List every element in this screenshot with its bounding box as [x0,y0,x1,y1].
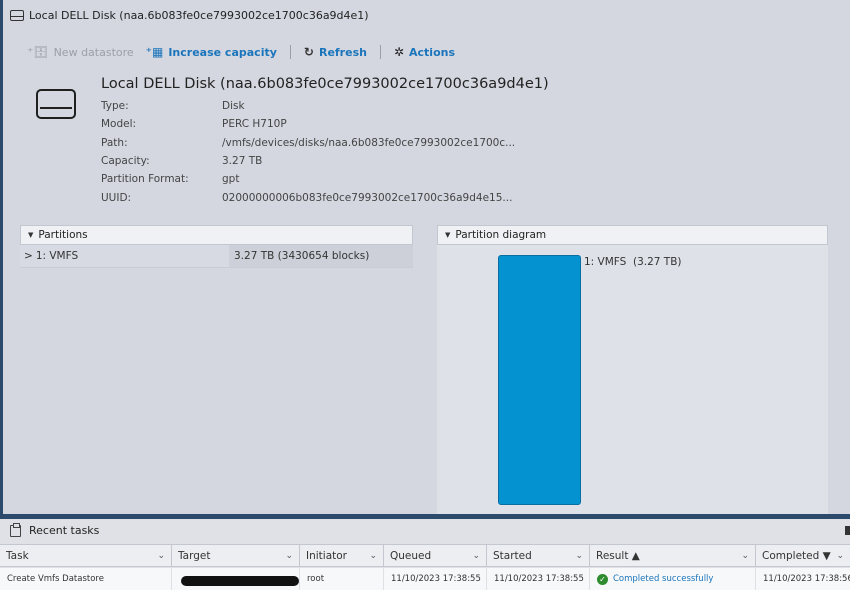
new-datastore-button[interactable]: ⁺🗄 New datastore [23,45,138,59]
collapse-caret-icon: ▼ [445,231,451,239]
table-row[interactable]: Create Vmfs Datastore root 11/10/2023 17… [0,568,850,590]
chevron-down-icon[interactable]: ⌄ [575,551,583,561]
disk-details-window: Local DELL Disk (naa.6b083fe0ce7993002ce… [3,0,850,514]
toolbar: ⁺🗄 New datastore ⁺▦ Increase capacity ↻ … [23,40,459,64]
toolbar-divider [289,45,291,59]
success-check-icon: ✓ [597,573,608,585]
partition-row[interactable]: >1: VMFS 3.27 TB (3430654 blocks) [20,245,413,268]
chevron-down-icon[interactable]: ⌄ [157,551,165,561]
target-cell [172,568,300,590]
partition-diagram-panel: ▼ Partition diagram 1: VMFS (3.27 TB) [437,225,828,514]
column-header-target[interactable]: Target ⌄ [172,545,300,566]
recent-tasks-header: Recent tasks [0,519,850,542]
column-header-completed[interactable]: Completed ▼ ⌄ [756,545,850,566]
disk-title: Local DELL Disk (naa.6b083fe0ce7993002ce… [101,76,549,92]
column-header-started[interactable]: Started ⌄ [487,545,590,566]
started-cell: 11/10/2023 17:38:55 [487,568,590,590]
redacted-target [181,575,299,586]
column-header-initiator[interactable]: Initiator ⌄ [300,545,384,566]
recent-tasks-panel: Recent tasks Task ⌄ Target ⌄ Initiator ⌄ Qu… [0,519,850,590]
column-header-result[interactable]: Result ▲ ⌄ [590,545,756,566]
property-row: Capacity: 3.27 TB [101,155,263,168]
panel-toggle-icon[interactable] [845,526,850,535]
property-row: Model: PERC H710P [101,118,287,131]
chevron-down-icon[interactable]: ⌄ [369,551,377,561]
gear-icon: ✲ [393,45,405,59]
refresh-icon: ↻ [303,45,314,59]
queued-cell: 11/10/2023 17:38:55 [384,568,487,590]
actions-button[interactable]: ✲ Actions [390,45,459,59]
initiator-cell: root [300,568,384,590]
partition-diagram-header[interactable]: ▼ Partition diagram [437,225,828,245]
chevron-down-icon[interactable]: ⌄ [472,551,480,561]
chevron-down-icon[interactable]: ⌄ [741,551,749,561]
window-title-bar: Local DELL Disk (naa.6b083fe0ce7993002ce… [3,0,850,30]
refresh-button[interactable]: ↻ Refresh [300,45,371,59]
tasks-table-header: Task ⌄ Target ⌄ Initiator ⌄ Queued ⌄ Started… [0,544,850,567]
result-link[interactable]: Completed successfully [613,574,713,584]
increase-capacity-button[interactable]: ⁺▦ Increase capacity [142,45,281,59]
property-row: Partition Format: gpt [101,173,240,186]
increase-capacity-icon: ⁺▦ [145,45,164,59]
window-title: Local DELL Disk (naa.6b083fe0ce7993002ce… [29,8,369,22]
chevron-down-icon[interactable]: ⌄ [285,551,293,561]
completed-cell: 11/10/2023 17:38:56 [763,574,850,584]
property-row: Type: Disk [101,100,245,113]
partition-bar-label: 1: VMFS (3.27 TB) [584,256,682,268]
partitions-panel-header[interactable]: ▼ Partitions [20,225,413,245]
column-header-task[interactable]: Task ⌄ [0,545,172,566]
property-row: UUID: 02000000006b083fe0ce7993002ce1700c3… [101,191,513,204]
collapse-caret-icon: ▼ [28,231,34,239]
chevron-down-icon[interactable]: ⌄ [836,551,844,561]
add-datastore-icon: ⁺🗄 [27,45,49,59]
expand-chevron-icon[interactable]: > [24,250,33,262]
property-row: Path:/vmfs/devices/disks/naa.6b083fe0ce7… [101,136,516,149]
partitions-panel: ▼ Partitions >1: VMFS 3.27 TB (3430654 b… [20,225,413,510]
column-header-queued[interactable]: Queued ⌄ [384,545,487,566]
task-cell: Create Vmfs Datastore [0,568,172,590]
disk-properties: Type: Disk Model: PERC H710P Path:/vmfs/de… [101,97,515,207]
disk-large-icon [36,89,76,119]
clipboard-icon [10,522,21,537]
result-cell: ✓ Completed successfully [590,568,756,590]
toolbar-divider [379,45,381,59]
partition-bar [498,255,581,505]
disk-icon [10,9,24,21]
